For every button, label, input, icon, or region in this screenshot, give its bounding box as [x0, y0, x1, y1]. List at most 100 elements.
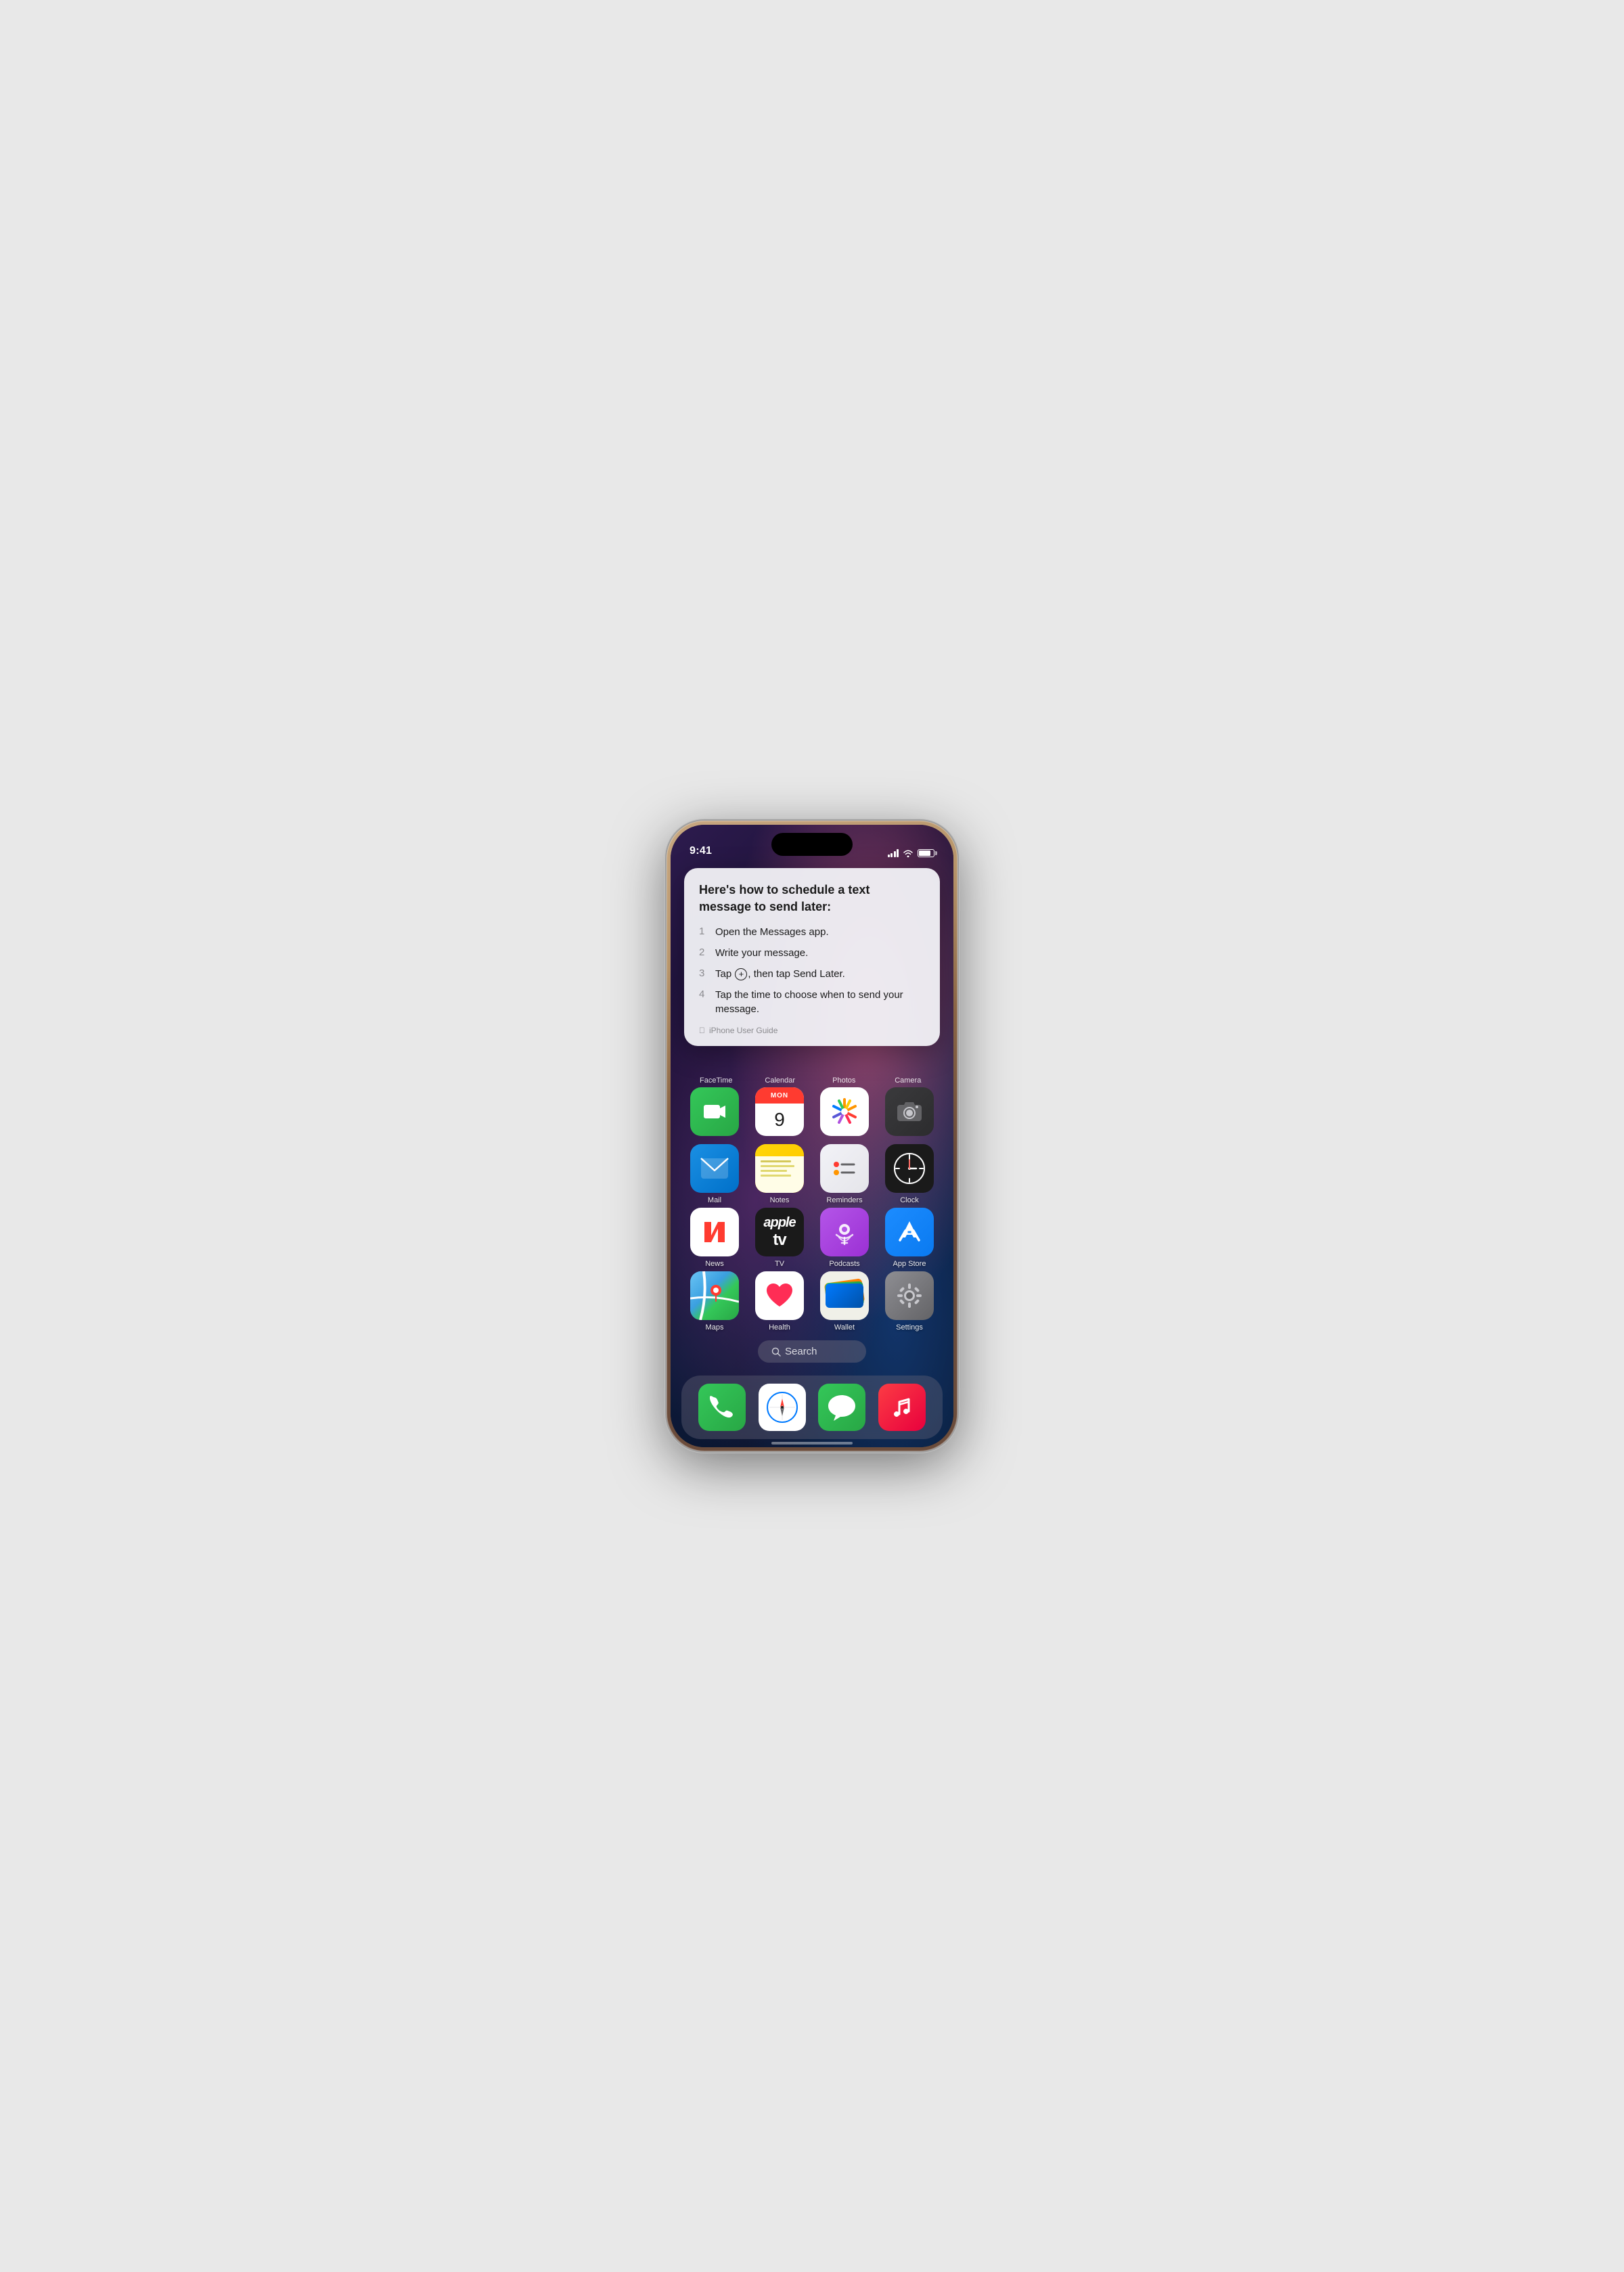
- reminders-label: Reminders: [826, 1196, 862, 1204]
- top-icon-row[interactable]: MON 9: [671, 1087, 953, 1136]
- notification-steps: 1 Open the Messages app. 2 Write your me…: [699, 925, 925, 1016]
- battery-fill: [919, 850, 930, 856]
- mail-label: Mail: [708, 1196, 721, 1204]
- reminders-icon[interactable]: [820, 1144, 869, 1193]
- notification-card: Here's how to schedule a text message to…: [684, 868, 940, 1046]
- app-tv[interactable]: apple tv TV: [749, 1208, 810, 1268]
- photos-icon-svg: [830, 1097, 859, 1127]
- app-photos[interactable]: [814, 1087, 875, 1136]
- messages-dock-icon[interactable]: [818, 1384, 865, 1431]
- wallet-label: Wallet: [834, 1323, 855, 1332]
- calendar-icon[interactable]: MON 9: [755, 1087, 804, 1136]
- plus-circle-icon: +: [735, 968, 747, 980]
- notification-source:  iPhone User Guide: [699, 1026, 925, 1035]
- app-row-1[interactable]: Mail: [671, 1144, 953, 1204]
- settings-icon[interactable]: [885, 1271, 934, 1320]
- label-facetime: FaceTime: [684, 1076, 748, 1085]
- health-icon-svg: [764, 1281, 795, 1311]
- reminders-icon-svg: [830, 1154, 859, 1183]
- maps-icon-svg: [690, 1271, 739, 1320]
- tv-icon[interactable]: apple tv: [755, 1208, 804, 1256]
- step-text-1: Open the Messages app.: [715, 925, 925, 939]
- appstore-icon-svg: [895, 1217, 924, 1247]
- camera-icon[interactable]: [885, 1087, 934, 1136]
- notification-title: Here's how to schedule a text message to…: [699, 882, 925, 915]
- clock-icon[interactable]: [885, 1144, 934, 1193]
- photos-icon[interactable]: [820, 1087, 869, 1136]
- health-icon[interactable]: [755, 1271, 804, 1320]
- app-wallet[interactable]: Wallet: [814, 1271, 875, 1332]
- source-label: iPhone User Guide: [709, 1026, 777, 1035]
- step-number-4: 4: [699, 988, 708, 1000]
- phone-dock-icon[interactable]: [698, 1384, 746, 1431]
- label-camera: Camera: [876, 1076, 941, 1085]
- search-label: Search: [785, 1346, 817, 1357]
- step-number-1: 1: [699, 925, 708, 937]
- step-number-3: 3: [699, 967, 708, 979]
- signal-bar-4: [897, 849, 899, 857]
- podcasts-label: Podcasts: [829, 1260, 859, 1268]
- page-wrapper: 9:41: [508, 794, 1116, 1478]
- dynamic-island: [771, 833, 853, 856]
- app-calendar[interactable]: MON 9: [749, 1087, 810, 1136]
- dock-phone[interactable]: [695, 1384, 750, 1431]
- app-camera[interactable]: [879, 1087, 940, 1136]
- notification-step-4: 4 Tap the time to choose when to send yo…: [699, 988, 925, 1016]
- messages-icon-svg: [827, 1392, 857, 1422]
- news-icon[interactable]: [690, 1208, 739, 1256]
- podcasts-icon-svg: [830, 1217, 859, 1247]
- iphone-frame: 9:41: [667, 821, 957, 1451]
- signal-bars-icon: [888, 849, 899, 857]
- status-time: 9:41: [690, 845, 712, 857]
- dock-music[interactable]: [875, 1384, 930, 1431]
- dock-safari[interactable]: [755, 1384, 810, 1431]
- app-appstore[interactable]: App Store: [879, 1208, 940, 1268]
- dock-messages[interactable]: [815, 1384, 870, 1431]
- app-notes[interactable]: Notes: [749, 1144, 810, 1204]
- step-number-2: 2: [699, 946, 708, 958]
- signal-bar-1: [888, 855, 890, 857]
- appstore-icon[interactable]: [885, 1208, 934, 1256]
- music-dock-icon[interactable]: [878, 1384, 926, 1431]
- app-facetime[interactable]: [684, 1087, 745, 1136]
- app-mail[interactable]: Mail: [684, 1144, 745, 1204]
- settings-icon-svg: [895, 1281, 924, 1311]
- app-news[interactable]: News: [684, 1208, 745, 1268]
- step-text-2: Write your message.: [715, 946, 925, 960]
- home-indicator: [771, 1442, 853, 1445]
- step-text-3: Tap +, then tap Send Later.: [715, 967, 925, 981]
- iphone-screen: 9:41: [671, 825, 953, 1447]
- label-calendar: Calendar: [748, 1076, 813, 1085]
- facetime-icon-svg: [701, 1098, 728, 1125]
- maps-label: Maps: [706, 1323, 724, 1332]
- safari-dock-icon[interactable]: [759, 1384, 806, 1431]
- app-reminders[interactable]: Reminders: [814, 1144, 875, 1204]
- wallet-icon[interactable]: [820, 1271, 869, 1320]
- app-podcasts[interactable]: Podcasts: [814, 1208, 875, 1268]
- news-label: News: [705, 1260, 724, 1268]
- notification-step-1: 1 Open the Messages app.: [699, 925, 925, 939]
- notes-icon[interactable]: [755, 1144, 804, 1193]
- app-settings[interactable]: Settings: [879, 1271, 940, 1332]
- appstore-label: App Store: [893, 1260, 926, 1268]
- news-icon-svg: [698, 1215, 731, 1249]
- app-clock[interactable]: Clock: [879, 1144, 940, 1204]
- app-row-3[interactable]: Maps Health: [671, 1271, 953, 1332]
- tv-label: TV: [775, 1260, 784, 1268]
- search-icon: [771, 1347, 781, 1357]
- mail-icon[interactable]: [690, 1144, 739, 1193]
- notes-label: Notes: [770, 1196, 790, 1204]
- facetime-icon[interactable]: [690, 1087, 739, 1136]
- search-bar[interactable]: Search: [758, 1340, 866, 1363]
- signal-bar-3: [894, 851, 896, 857]
- clock-label: Clock: [900, 1196, 919, 1204]
- label-photos: Photos: [812, 1076, 876, 1085]
- app-maps[interactable]: Maps: [684, 1271, 745, 1332]
- app-row-2[interactable]: News apple tv TV: [671, 1208, 953, 1268]
- step-text-4: Tap the time to choose when to send your…: [715, 988, 925, 1016]
- notification-step-3: 3 Tap +, then tap Send Later.: [699, 967, 925, 981]
- app-health[interactable]: Health: [749, 1271, 810, 1332]
- podcasts-icon[interactable]: [820, 1208, 869, 1256]
- music-icon-svg: [888, 1394, 916, 1421]
- maps-icon[interactable]: [690, 1271, 739, 1320]
